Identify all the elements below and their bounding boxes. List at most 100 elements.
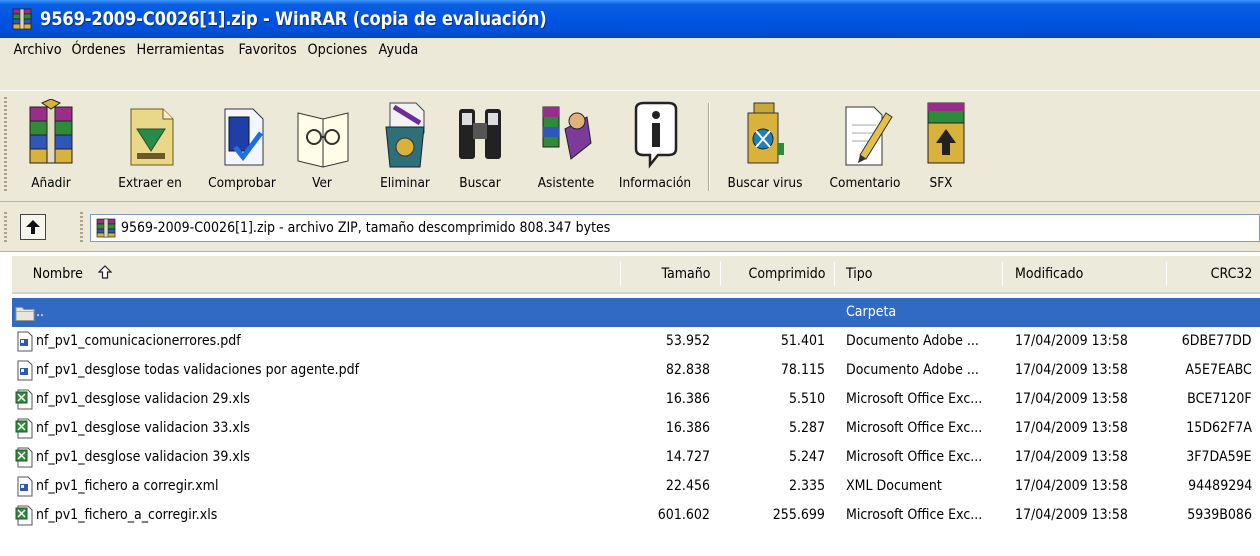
row-type: Microsoft Office Exc... xyxy=(846,420,983,436)
row-size xyxy=(622,298,710,327)
row-modified: 17/04/2009 13:58 xyxy=(1015,391,1128,407)
sfx-button[interactable]: SFX xyxy=(916,95,966,197)
row-size: 16.386 xyxy=(665,420,710,436)
archive-icon xyxy=(96,218,116,238)
row-name: nf_pv1_desglose validacion 39.xls xyxy=(36,449,250,465)
row-name: .. xyxy=(36,304,45,320)
folder-icon xyxy=(15,307,35,321)
column-size[interactable]: Tamaño xyxy=(622,256,710,292)
row-crc: A5E7EABC xyxy=(1185,362,1252,378)
test-button[interactable]: Comprobar xyxy=(200,95,284,197)
row-crc: BCE7120F xyxy=(1187,391,1252,407)
toolbar: Añadir Extraer en Comprobar Ver Eliminar… xyxy=(0,90,1260,202)
column-divider[interactable] xyxy=(620,262,621,286)
menu-favoritos[interactable]: Favoritos xyxy=(233,42,302,58)
find-button[interactable]: Buscar xyxy=(450,95,510,197)
view-label: Ver xyxy=(312,175,332,191)
column-divider[interactable] xyxy=(1166,262,1167,286)
extract-icon xyxy=(130,108,174,166)
add-button[interactable]: Añadir xyxy=(20,95,82,197)
sort-ascending-icon xyxy=(97,265,113,279)
column-type[interactable]: Tipo xyxy=(846,256,875,292)
add-archive-icon xyxy=(29,99,73,164)
column-packed[interactable]: Comprimido xyxy=(722,256,825,292)
address-grip[interactable] xyxy=(4,212,7,242)
table-row[interactable]: nf_pv1_desglose validacion 39.xls 14.727… xyxy=(12,443,1260,472)
wizard-label: Asistente xyxy=(537,175,595,191)
row-name: nf_pv1_desglose validacion 33.xls xyxy=(36,420,250,436)
row-name: nf_pv1_desglose validacion 29.xls xyxy=(36,391,250,407)
title-bar[interactable]: 9569-2009-C0026[1].zip - WinRAR (copia d… xyxy=(0,0,1260,38)
address-field-grip[interactable] xyxy=(80,212,83,242)
virus-scan-button[interactable]: Buscar virus xyxy=(718,95,812,197)
table-row[interactable]: nf_pv1_desglose validacion 33.xls 16.386… xyxy=(12,414,1260,443)
up-folder-button[interactable] xyxy=(20,214,46,240)
excel-icon xyxy=(15,418,33,439)
row-name: nf_pv1_fichero_a_corregir.xls xyxy=(36,507,218,523)
row-packed: 78.115 xyxy=(780,362,825,378)
row-type: Microsoft Office Exc... xyxy=(846,391,983,407)
row-size: 16.386 xyxy=(665,391,710,407)
menu-bar: Archivo Órdenes Herramientas Favoritos O… xyxy=(0,38,1260,92)
address-field[interactable]: 9569-2009-C0026[1].zip - archivo ZIP, ta… xyxy=(90,214,1260,242)
menu-herramientas[interactable]: Herramientas xyxy=(131,42,230,58)
row-crc: 15D62F7A xyxy=(1186,420,1252,436)
column-crc[interactable]: CRC32 xyxy=(1170,256,1252,292)
menu-opciones[interactable]: Opciones xyxy=(302,42,373,58)
test-label: Comprobar xyxy=(208,175,276,191)
add-label: Añadir xyxy=(31,175,71,191)
row-packed: 5.510 xyxy=(788,391,825,407)
excel-icon xyxy=(15,505,33,526)
row-type: Carpeta xyxy=(846,304,897,320)
row-type: XML Document xyxy=(846,478,942,494)
table-row[interactable]: .. Carpeta xyxy=(12,298,1260,327)
info-button[interactable]: Información xyxy=(610,95,700,197)
row-name: nf_pv1_fichero a corregir.xml xyxy=(36,478,219,494)
table-row[interactable]: nf_pv1_comunicacionerrores.pdf 53.952 51… xyxy=(12,327,1260,356)
file-list: Nombre Tamaño Comprimido Tipo Modificado… xyxy=(0,256,1260,556)
toolbar-grip[interactable] xyxy=(4,97,7,193)
winrar-app-icon xyxy=(12,8,32,30)
column-divider[interactable] xyxy=(834,262,835,286)
row-crc: 5939B086 xyxy=(1187,507,1252,523)
table-row[interactable]: nf_pv1_fichero_a_corregir.xls 601.602 25… xyxy=(12,501,1260,530)
extract-button[interactable]: Extraer en xyxy=(110,95,190,197)
comment-label: Comentario xyxy=(829,175,901,191)
row-modified: 17/04/2009 13:58 xyxy=(1015,420,1128,436)
up-arrow-icon xyxy=(26,220,40,234)
row-type: Documento Adobe ... xyxy=(846,333,979,349)
row-packed: 5.247 xyxy=(788,449,825,465)
excel-icon xyxy=(15,447,33,468)
menu-ayuda[interactable]: Ayuda xyxy=(373,42,424,58)
row-name: nf_pv1_comunicacionerrores.pdf xyxy=(36,333,241,349)
menu-archivo[interactable]: Archivo xyxy=(8,42,67,58)
row-packed: 2.335 xyxy=(788,478,825,494)
row-type: Microsoft Office Exc... xyxy=(846,507,983,523)
table-row[interactable]: nf_pv1_desglose todas validaciones por a… xyxy=(12,356,1260,385)
wizard-button[interactable]: Asistente xyxy=(528,95,604,197)
column-divider[interactable] xyxy=(720,262,721,286)
document-icon xyxy=(17,476,33,497)
table-row[interactable]: nf_pv1_fichero a corregir.xml 22.456 2.3… xyxy=(12,472,1260,501)
test-icon xyxy=(224,108,264,166)
row-type: Microsoft Office Exc... xyxy=(846,449,983,465)
info-label: Información xyxy=(618,175,692,191)
virus-scan-label: Buscar virus xyxy=(727,175,803,191)
column-modified[interactable]: Modificado xyxy=(1015,256,1091,292)
column-divider[interactable] xyxy=(1002,262,1003,286)
row-crc: 3F7DA59E xyxy=(1186,449,1252,465)
address-bar: 9569-2009-C0026[1].zip - archivo ZIP, ta… xyxy=(0,202,1260,252)
comment-button[interactable]: Comentario xyxy=(818,95,912,197)
find-icon xyxy=(459,109,501,159)
column-name[interactable]: Nombre xyxy=(30,256,113,292)
menu-ordenes[interactable]: Órdenes xyxy=(66,42,131,58)
view-button[interactable]: Ver xyxy=(294,95,350,197)
row-size: 53.952 xyxy=(665,333,710,349)
row-modified: 17/04/2009 13:58 xyxy=(1015,507,1128,523)
row-crc: 94489294 xyxy=(1187,478,1252,494)
view-icon xyxy=(297,112,349,168)
sfx-icon xyxy=(927,102,965,164)
delete-button[interactable]: Eliminar xyxy=(372,95,438,197)
row-size: 601.602 xyxy=(657,507,710,523)
table-row[interactable]: nf_pv1_desglose validacion 29.xls 16.386… xyxy=(12,385,1260,414)
